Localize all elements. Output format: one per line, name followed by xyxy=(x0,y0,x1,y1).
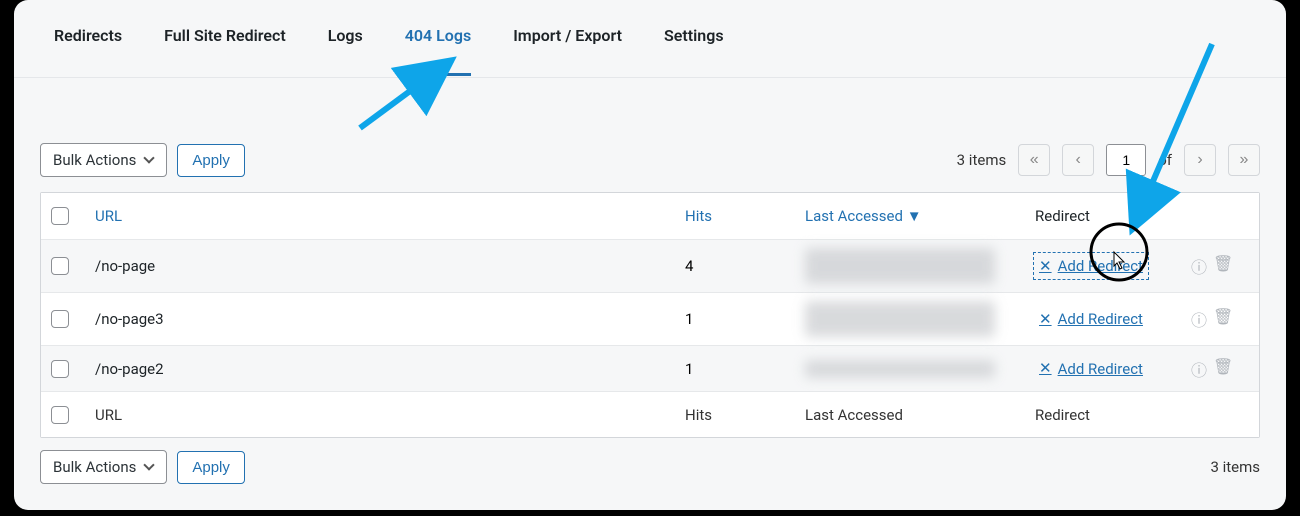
row-checkbox[interactable] xyxy=(51,360,69,378)
pager-next-button[interactable]: › xyxy=(1184,144,1216,176)
tab-bar: Redirects Full Site Redirect Logs 404 Lo… xyxy=(14,0,1286,78)
col-redirect: Redirect xyxy=(1035,207,1191,225)
item-count-bottom: 3 items xyxy=(1210,458,1260,476)
col-url-footer: URL xyxy=(95,406,685,424)
table-row: /no-page 4 ✕ Add Redirect ⓘ 🗑 xyxy=(41,239,1259,292)
row-last-accessed-redacted xyxy=(805,360,995,378)
apply-button-bottom[interactable]: Apply xyxy=(177,451,245,484)
table-row: /no-page3 1 ✕ Add Redirect ⓘ 🗑 xyxy=(41,292,1259,345)
pager-page-input[interactable] xyxy=(1106,144,1146,176)
shuffle-icon: ✕ xyxy=(1039,312,1052,327)
chevron-down-icon xyxy=(144,462,154,472)
add-redirect-link[interactable]: ✕ Add Redirect xyxy=(1035,307,1147,331)
tab-redirects[interactable]: Redirects xyxy=(54,26,122,76)
col-last-footer: Last Accessed xyxy=(805,406,1035,424)
col-hits-footer: Hits xyxy=(685,406,805,424)
add-redirect-link[interactable]: ✕ Add Redirect xyxy=(1035,254,1147,278)
info-icon[interactable]: ⓘ xyxy=(1191,307,1207,331)
row-url[interactable]: /no-page2 xyxy=(95,360,685,378)
info-icon[interactable]: ⓘ xyxy=(1191,254,1207,278)
row-hits: 1 xyxy=(685,310,805,328)
pager-first-button[interactable]: « xyxy=(1018,144,1050,176)
toolbar-top: Bulk Actions Apply 3 items « ‹ of › » xyxy=(14,138,1286,182)
shuffle-icon: ✕ xyxy=(1039,361,1052,376)
toolbar-bottom: Bulk Actions Apply 3 items xyxy=(14,438,1286,484)
table-header-row: URL Hits Last Accessed ▼ Redirect xyxy=(41,193,1259,239)
trash-icon[interactable]: 🗑 xyxy=(1213,254,1233,278)
row-url[interactable]: /no-page xyxy=(95,257,685,275)
chevron-down-icon xyxy=(144,155,154,165)
table-row: /no-page2 1 ✕ Add Redirect ⓘ 🗑 xyxy=(41,345,1259,391)
row-hits: 4 xyxy=(685,257,805,275)
row-last-accessed-redacted xyxy=(805,301,995,337)
pager-of-label: of xyxy=(1158,151,1172,169)
row-checkbox[interactable] xyxy=(51,257,69,275)
trash-icon[interactable]: 🗑 xyxy=(1213,357,1233,381)
shuffle-icon: ✕ xyxy=(1039,259,1052,274)
table-footer-row: URL Hits Last Accessed Redirect xyxy=(41,391,1259,437)
col-last-accessed[interactable]: Last Accessed ▼ xyxy=(805,207,1035,225)
info-icon[interactable]: ⓘ xyxy=(1191,357,1207,381)
app-panel: Redirects Full Site Redirect Logs 404 Lo… xyxy=(14,0,1286,510)
row-url[interactable]: /no-page3 xyxy=(95,310,685,328)
add-redirect-link[interactable]: ✕ Add Redirect xyxy=(1035,357,1147,381)
bulk-actions-label: Bulk Actions xyxy=(53,151,136,169)
sort-desc-icon: ▼ xyxy=(907,207,922,225)
bulk-actions-select-bottom[interactable]: Bulk Actions xyxy=(40,450,167,484)
tab-full-site-redirect[interactable]: Full Site Redirect xyxy=(164,26,286,76)
pager-last-button[interactable]: » xyxy=(1228,144,1260,176)
col-redirect-footer: Redirect xyxy=(1035,406,1191,424)
apply-button[interactable]: Apply xyxy=(177,144,245,177)
row-last-accessed-redacted xyxy=(805,248,995,284)
bulk-actions-label-bottom: Bulk Actions xyxy=(53,458,136,476)
col-url[interactable]: URL xyxy=(95,207,685,225)
add-redirect-label: Add Redirect xyxy=(1058,257,1143,275)
add-redirect-label: Add Redirect xyxy=(1058,310,1143,328)
select-all-checkbox-footer[interactable] xyxy=(51,406,69,424)
row-checkbox[interactable] xyxy=(51,310,69,328)
bulk-actions-select[interactable]: Bulk Actions xyxy=(40,143,167,177)
item-count: 3 items xyxy=(957,151,1007,169)
tab-settings[interactable]: Settings xyxy=(664,26,724,76)
tab-logs[interactable]: Logs xyxy=(328,26,363,76)
logs-table: URL Hits Last Accessed ▼ Redirect /no-pa… xyxy=(40,192,1260,438)
tab-404-logs[interactable]: 404 Logs xyxy=(405,26,471,76)
trash-icon[interactable]: 🗑 xyxy=(1213,307,1233,331)
add-redirect-label: Add Redirect xyxy=(1058,360,1143,378)
col-last-label: Last Accessed xyxy=(805,207,903,225)
select-all-checkbox[interactable] xyxy=(51,207,69,225)
row-hits: 1 xyxy=(685,360,805,378)
tab-import-export[interactable]: Import / Export xyxy=(513,26,622,76)
pager-prev-button[interactable]: ‹ xyxy=(1062,144,1094,176)
col-hits[interactable]: Hits xyxy=(685,207,805,225)
